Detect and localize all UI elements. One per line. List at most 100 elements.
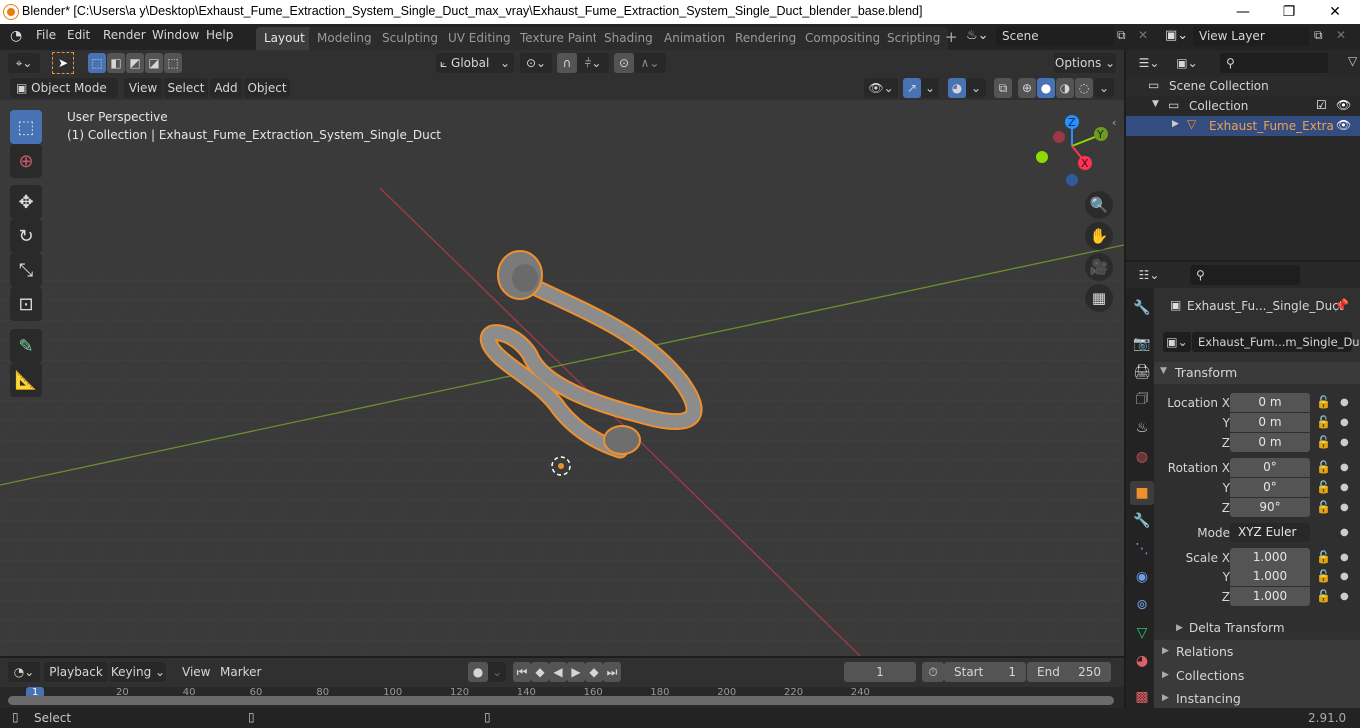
cursor-tool[interactable]: ⊕: [10, 144, 42, 178]
select-mode-extend-icon[interactable]: ◧: [107, 53, 125, 73]
menu-render[interactable]: Render: [103, 28, 146, 42]
view-layer-field[interactable]: View Layer: [1193, 26, 1309, 46]
tab-scripting[interactable]: Scripting: [879, 27, 949, 50]
outliner-row-object[interactable]: ▶ ▽ Exhaust_Fume_Extra 👁: [1126, 116, 1360, 136]
menu-help[interactable]: Help: [206, 28, 233, 42]
overlay-dropdown-icon[interactable]: ⌄: [966, 78, 986, 98]
playback-menu[interactable]: Playback ⌄: [44, 662, 108, 699]
scene-name-field[interactable]: Scene: [996, 26, 1114, 46]
select-box-tool[interactable]: ⬚: [10, 110, 42, 144]
stopwatch-icon[interactable]: ⏱: [922, 662, 944, 682]
transform-tool[interactable]: ⊡: [10, 287, 42, 321]
gizmo-dropdown-icon[interactable]: ⌄: [921, 78, 939, 98]
keyframe-dot-icon[interactable]: ●: [1340, 591, 1349, 602]
lock-location-x-icon[interactable]: 🔓: [1316, 395, 1331, 409]
location-y-field[interactable]: 0 m: [1230, 413, 1310, 432]
3d-viewport[interactable]: ⬚ ⊕ ✥ ↻ ⤡ ⊡ ✎ 📐 User Perspective (1) Col…: [0, 100, 1124, 656]
pivot-point-icon[interactable]: ⊙⌄: [520, 53, 552, 73]
exhaust-duct-model[interactable]: [440, 240, 730, 480]
visibility-icon[interactable]: 👁⌄: [864, 78, 898, 98]
material-shading-icon[interactable]: ◑: [1056, 78, 1074, 98]
overlay-toggle-icon[interactable]: ◕: [948, 78, 966, 98]
world-tab-icon[interactable]: ◍: [1130, 445, 1154, 469]
object-menu[interactable]: Object: [244, 78, 290, 98]
tab-modeling[interactable]: Modeling: [309, 27, 380, 50]
select-menu[interactable]: Select: [164, 78, 208, 98]
transform-panel-header[interactable]: ▼ Transform: [1154, 362, 1360, 384]
collections-panel-header[interactable]: ▶ Collections: [1154, 664, 1360, 688]
keyframe-dot-icon[interactable]: ●: [1340, 417, 1349, 428]
keyframe-dot-icon[interactable]: ●: [1340, 482, 1349, 493]
filter-icon[interactable]: ▽: [1348, 54, 1357, 68]
timeline-editor-type-icon[interactable]: ◔⌄: [8, 662, 40, 682]
scale-tool[interactable]: ⤡: [10, 253, 42, 287]
wireframe-shading-icon[interactable]: ⊕: [1018, 78, 1036, 98]
lock-rotation-y-icon[interactable]: 🔓: [1316, 480, 1331, 494]
marker-menu[interactable]: Marker: [220, 665, 261, 679]
active-tool-icon[interactable]: ➤: [52, 52, 74, 74]
sidebar-toggle-icon[interactable]: ‹: [1112, 116, 1116, 129]
rotation-mode-dropdown[interactable]: XYZ Euler⌄: [1230, 523, 1310, 558]
physics-tab-icon[interactable]: ◉: [1130, 565, 1154, 589]
options-dropdown[interactable]: Options ⌄: [1054, 53, 1116, 73]
eye-icon[interactable]: 👁: [1336, 118, 1351, 132]
editor-type-icon[interactable]: ⌖⌄: [8, 53, 40, 73]
display-mode-icon[interactable]: ▣⌄: [1172, 53, 1202, 73]
gizmo-toggle-icon[interactable]: ↗: [903, 78, 921, 98]
tab-rendering[interactable]: Rendering: [727, 27, 805, 50]
perspective-toggle-icon[interactable]: ▦: [1085, 284, 1113, 312]
instancing-panel-header[interactable]: ▶ Instancing: [1154, 688, 1360, 708]
close-button[interactable]: ✕: [1312, 0, 1358, 24]
relations-panel-header[interactable]: ▶ Relations: [1154, 640, 1360, 664]
measure-tool[interactable]: 📐: [10, 363, 42, 397]
delete-view-layer-icon[interactable]: ✕: [1336, 28, 1346, 42]
view-layer-selector-icon[interactable]: ▣⌄: [1165, 28, 1188, 43]
select-mode-intersect-icon[interactable]: ⬚: [164, 53, 182, 73]
xray-toggle-icon[interactable]: ⧉: [994, 78, 1012, 98]
outliner-editor-type-icon[interactable]: ☰⌄: [1134, 53, 1164, 73]
navigation-gizmo[interactable]: Z Y X: [1030, 112, 1115, 192]
shading-dropdown-icon[interactable]: ⌄: [1094, 78, 1114, 98]
output-tab-icon[interactable]: 🖨: [1130, 360, 1154, 384]
scale-x-field[interactable]: 1.000: [1230, 548, 1310, 567]
camera-view-icon[interactable]: 🎥: [1085, 253, 1113, 281]
keyframe-dot-icon[interactable]: ●: [1340, 571, 1349, 582]
render-tab-icon[interactable]: 📷: [1130, 332, 1154, 356]
rotation-x-field[interactable]: 0°: [1230, 458, 1310, 477]
tab-animation[interactable]: Animation: [656, 27, 734, 50]
rotation-z-field[interactable]: 90°: [1230, 498, 1310, 517]
keyframe-dot-icon[interactable]: ●: [1340, 527, 1349, 538]
lock-location-z-icon[interactable]: 🔓: [1316, 435, 1331, 449]
scale-z-field[interactable]: 1.000: [1230, 587, 1310, 606]
select-mode-subtract-icon[interactable]: ◩: [126, 53, 144, 73]
move-tool[interactable]: ✥: [10, 185, 42, 219]
add-workspace-button[interactable]: +: [945, 28, 958, 46]
mode-dropdown[interactable]: ▣ Object Mode⌄: [10, 78, 118, 115]
snap-toggle-icon[interactable]: ∩: [557, 53, 577, 73]
exclude-checkbox[interactable]: ☑: [1316, 98, 1327, 112]
tab-sculpting[interactable]: Sculpting: [374, 27, 447, 50]
play-reverse-icon[interactable]: ◀: [549, 662, 567, 682]
location-z-field[interactable]: 0 m: [1230, 433, 1310, 452]
object-tab-icon[interactable]: ■: [1130, 481, 1154, 505]
scene-tab-icon[interactable]: ♨: [1130, 416, 1154, 440]
add-menu[interactable]: Add: [210, 78, 242, 98]
pan-hand-icon[interactable]: ✋: [1085, 222, 1113, 250]
tab-compositing[interactable]: Compositing: [797, 27, 889, 50]
proportional-edit-icon[interactable]: ⊙: [614, 53, 634, 73]
lock-scale-z-icon[interactable]: 🔓: [1316, 589, 1331, 603]
outliner-row-collection[interactable]: ▼ ▭ Collection ☑ 👁: [1126, 96, 1360, 116]
auto-keying-icon[interactable]: ●: [468, 662, 488, 682]
timeline-scrollbar[interactable]: [8, 696, 1114, 705]
keyframe-dot-icon[interactable]: ●: [1340, 462, 1349, 473]
timeline-view-menu[interactable]: View: [182, 665, 210, 679]
blender-menu-icon[interactable]: ◔: [10, 28, 22, 44]
modifier-tab-icon[interactable]: 🔧: [1130, 509, 1154, 533]
falloff-icon[interactable]: ∧⌄: [634, 53, 666, 73]
tab-uv-editing[interactable]: UV Editing: [440, 27, 519, 50]
snap-target-icon[interactable]: ⫩⌄: [577, 53, 609, 73]
expand-down-icon[interactable]: ▼: [1152, 99, 1159, 109]
current-frame-field[interactable]: 1: [844, 662, 916, 682]
new-view-layer-icon[interactable]: ⧉: [1314, 28, 1323, 43]
select-mode-new-icon[interactable]: ⬚: [88, 53, 106, 73]
